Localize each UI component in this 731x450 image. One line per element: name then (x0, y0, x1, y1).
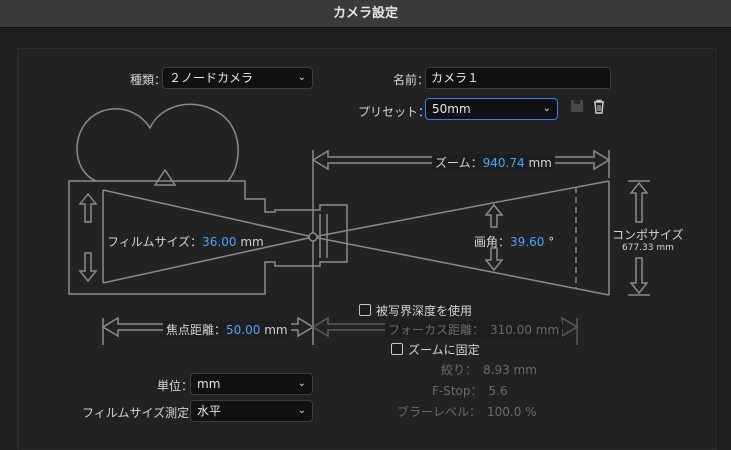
zoom-lock-label: ズームに固定 (408, 343, 480, 357)
zoom-unit: mm (528, 156, 552, 170)
dof-label: 被写界深度を使用 (376, 304, 473, 318)
view-cone-top (312, 180, 610, 238)
comp-size-value: 677.33 mm (622, 243, 674, 253)
zoom-readout: ズーム：940.74 mm (432, 154, 555, 171)
chevron-down-icon: ⌄ (297, 72, 306, 83)
zoom-value[interactable]: 940.74 (483, 156, 525, 170)
blur-readout: ブラーレベル： 100.0 % (397, 405, 537, 419)
camera-notch (153, 168, 177, 186)
film-size-unit: mm (240, 235, 264, 249)
save-preset-icon[interactable] (567, 99, 587, 119)
angle-unit: ° (548, 235, 555, 249)
focal-unit: mm (264, 323, 288, 337)
film-measure-select[interactable]: 水平 ⌄ (190, 400, 313, 422)
type-value: ２ノードカメラ (169, 71, 254, 85)
chevron-down-icon: ⌄ (297, 405, 306, 416)
trash-icon[interactable] (589, 99, 609, 119)
type-label: 種類： (130, 73, 167, 87)
nodal-point (308, 232, 318, 242)
angle-value[interactable]: 39.60 (510, 235, 544, 249)
preset-label: プリセット： (358, 105, 431, 119)
film-measure-value: 水平 (197, 404, 222, 418)
zoom-label: ズーム： (435, 156, 483, 170)
film-measure-label: フィルムサイズ測定： (82, 406, 202, 420)
angle-readout: 画角：39.60 ° (474, 233, 554, 250)
unit-value: mm (197, 377, 221, 391)
film-size-value[interactable]: 36.00 (202, 235, 236, 249)
camera-diagram (68, 103, 650, 345)
angle-label: 画角： (474, 235, 511, 249)
film-size-label: フィルムサイズ： (107, 235, 203, 249)
aperture-readout: 絞り： 8.93 mm (441, 363, 537, 377)
preset-select[interactable]: 50mm ⌄ (425, 98, 558, 120)
chevron-down-icon: ⌄ (542, 103, 551, 114)
unit-label: 単位： (157, 379, 194, 393)
focal-value[interactable]: 50.00 (226, 323, 260, 337)
name-field[interactable]: カメラ１ (425, 67, 611, 89)
dof-checkbox[interactable] (359, 304, 371, 316)
focus-distance-readout: フォーカス距離： 310.00 mm (385, 321, 563, 338)
film-size-readout: フィルムサイズ：36.00 mm (107, 233, 264, 250)
preset-value: 50mm (432, 102, 471, 116)
name-label: 名前： (393, 73, 430, 87)
type-select[interactable]: ２ノードカメラ ⌄ (162, 67, 313, 89)
focal-label: 焦点距離： (166, 323, 227, 337)
focal-readout: 焦点距離：50.00 mm (163, 321, 291, 338)
camera-reels (76, 103, 239, 182)
comp-size-label: コンポサイズ (612, 228, 684, 242)
view-cone-bottom (312, 236, 610, 296)
zoom-lock-checkbox[interactable] (391, 343, 403, 355)
unit-select[interactable]: mm ⌄ (190, 373, 313, 395)
chevron-down-icon: ⌄ (297, 378, 306, 389)
fstop-readout: F-Stop： 5.6 (432, 384, 508, 398)
film-cone-top (102, 189, 314, 238)
